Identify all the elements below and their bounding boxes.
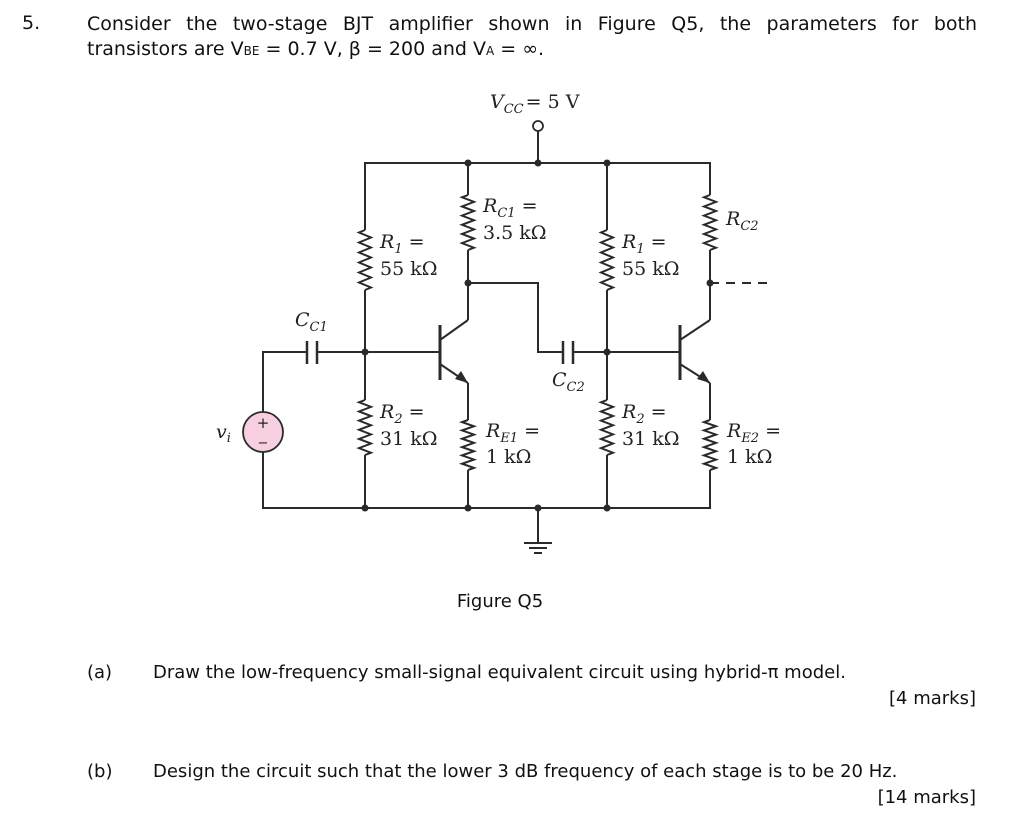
cc2-capacitor	[561, 341, 575, 364]
r1-left-value: 55 kΩ	[380, 258, 437, 280]
cc2-label: CC2	[552, 369, 585, 395]
part-a-label: (a)	[87, 662, 113, 683]
cc1-capacitor	[305, 341, 319, 364]
vcc-label: VCC = 5 V	[490, 91, 580, 117]
r2-right-resistor-icon	[598, 399, 616, 456]
t1-emitter-arrow-icon	[455, 371, 468, 383]
source-top-wire	[262, 351, 306, 412]
r1-right-value: 55 kΩ	[622, 258, 679, 280]
cc1-label: CC1	[295, 309, 328, 335]
rc1-label: RC1 =	[482, 195, 538, 221]
r2-left-label: R2 =	[379, 401, 425, 427]
rc2-label: RC2	[725, 208, 759, 234]
source-plus: +	[257, 414, 270, 432]
t2-emitter-arrow-icon	[697, 371, 710, 383]
source-label: vi	[216, 421, 231, 446]
figure-caption: Figure Q5	[456, 591, 544, 612]
part-a-text: Draw the low-frequency small-signal equi…	[153, 662, 846, 683]
r1-right-resistor-icon	[598, 229, 616, 291]
r2-right-label: R2 =	[621, 401, 667, 427]
re1-resistor-icon	[458, 419, 478, 471]
top-rail	[364, 162, 711, 230]
r2-left-value: 31 kΩ	[380, 428, 437, 450]
r1-left-label: R1 =	[379, 231, 425, 257]
rc1-value: 3.5 kΩ	[483, 222, 547, 244]
re1-label: RE1 =	[485, 420, 540, 446]
r2-right-value: 31 kΩ	[622, 428, 679, 450]
r1-left-resistor-icon	[356, 229, 374, 291]
rc2-resistor-icon	[701, 194, 719, 251]
vcc-terminal	[532, 120, 544, 132]
re2-value: 1 kΩ	[727, 446, 772, 468]
r1-right-label: R1 =	[621, 231, 667, 257]
part-a-marks: [4 marks]	[889, 688, 976, 709]
re2-resistor-icon	[700, 419, 720, 471]
t1-collector	[439, 319, 469, 341]
wires	[262, 131, 770, 543]
t2-collector	[679, 319, 711, 341]
circuit-diagram: + − VCC = 5 V vi CC1 CC2 R1 = 55 kΩ R2 = …	[216, 91, 781, 554]
part-b-label: (b)	[87, 761, 113, 782]
part-b-text: Design the circuit such that the lower 3…	[153, 761, 898, 782]
r2-left-resistor-icon	[356, 399, 374, 456]
source-minus: −	[258, 436, 269, 451]
rc1-resistor-icon	[459, 194, 477, 251]
re1-value: 1 kΩ	[486, 446, 531, 468]
ground-icon	[524, 542, 552, 554]
re2-label: RE2 =	[726, 420, 781, 446]
part-b-marks: [14 marks]	[877, 787, 976, 808]
collector1-to-cc2	[468, 282, 562, 353]
